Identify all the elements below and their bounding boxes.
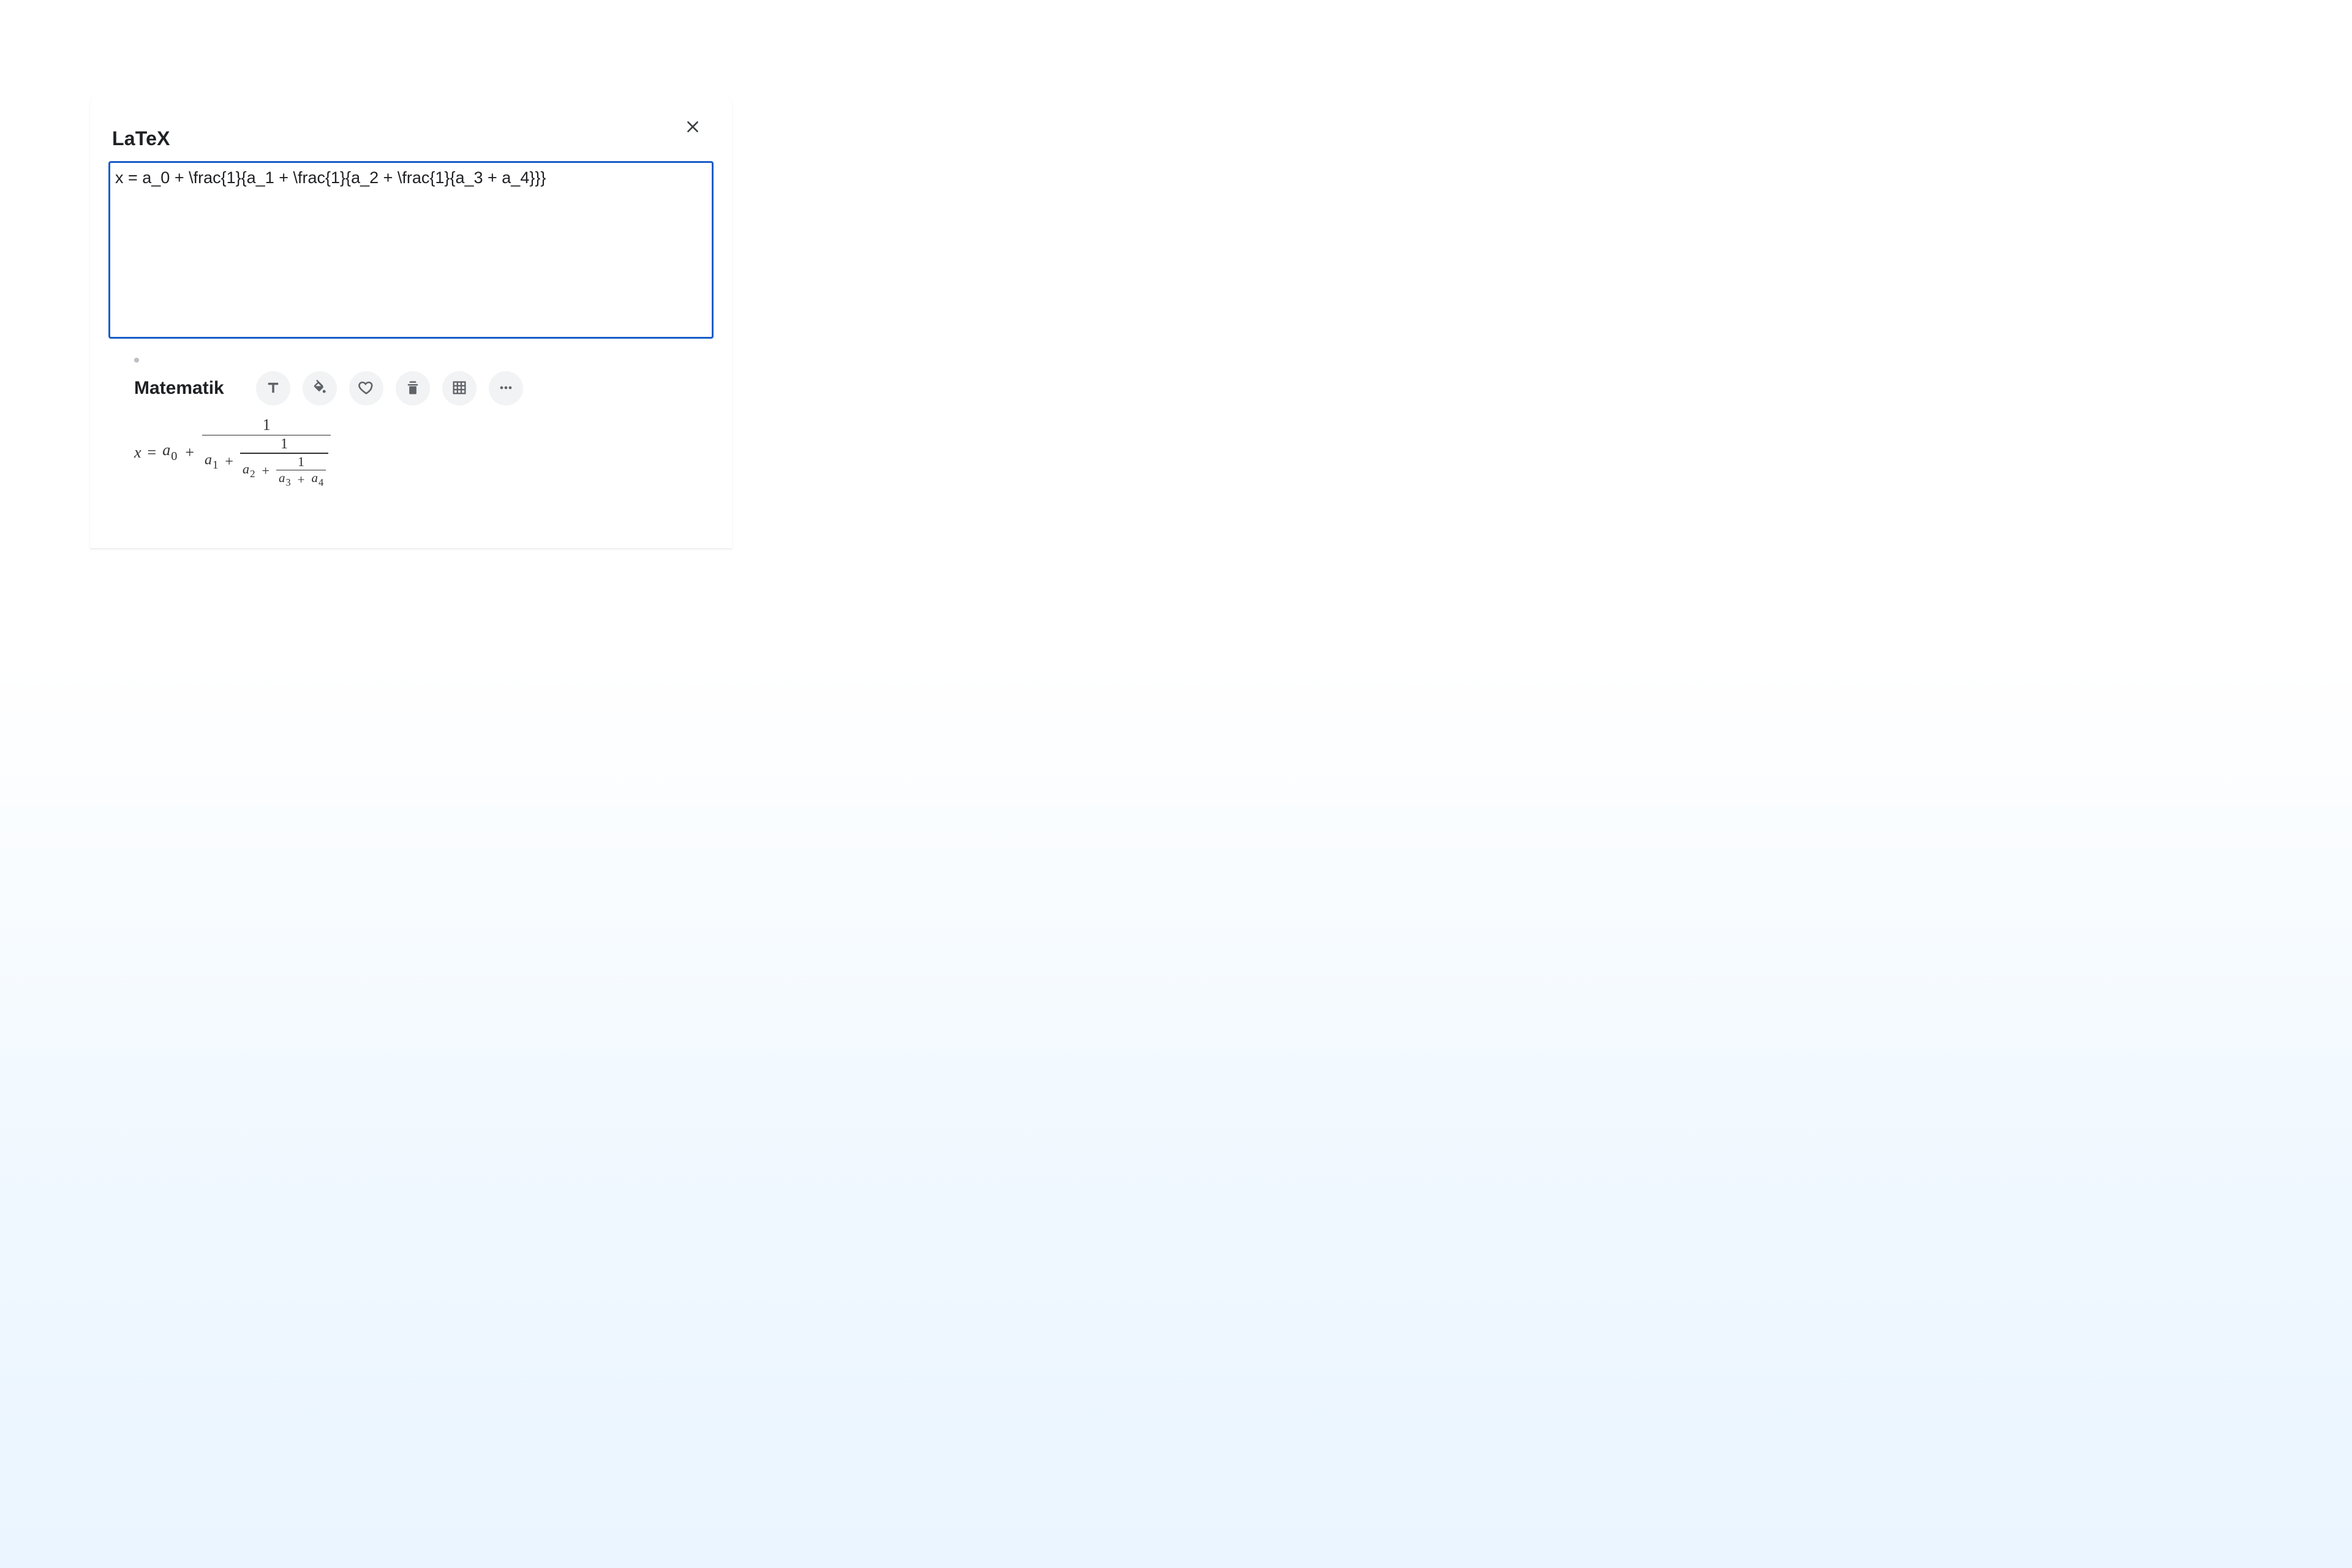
latex-dialog: LaTeX Matematik xyxy=(90,92,732,548)
heart-icon xyxy=(358,379,375,398)
math-a3-a: a xyxy=(279,470,285,485)
grid-button[interactable] xyxy=(442,371,477,405)
math-a1-sub: 1 xyxy=(212,459,218,472)
fill-icon xyxy=(311,379,328,398)
more-button[interactable] xyxy=(489,371,523,405)
math-plus-1: + xyxy=(223,454,235,470)
preview-label: Matematik xyxy=(134,378,224,399)
num-2: 1 xyxy=(295,454,307,470)
frac-level-0: 1 a1 + 1 a2 xyxy=(202,417,331,488)
fill-button[interactable] xyxy=(303,371,337,405)
close-button[interactable] xyxy=(679,114,706,141)
latex-input[interactable] xyxy=(108,161,714,339)
trash-icon xyxy=(404,379,421,398)
more-icon xyxy=(497,379,514,398)
frac-level-1: 1 a2 + 1 xyxy=(240,436,328,488)
grid-icon xyxy=(451,379,468,398)
num-0: 1 xyxy=(260,417,273,435)
math-plus-2: + xyxy=(260,464,271,478)
math-a4-a: a xyxy=(311,470,318,485)
favorite-button[interactable] xyxy=(349,371,383,405)
delete-button[interactable] xyxy=(396,371,430,405)
close-icon xyxy=(685,119,701,137)
math-a3-sub: 3 xyxy=(285,477,290,488)
math-a4-sub: 4 xyxy=(318,477,323,488)
preview-header: Matematik xyxy=(134,371,714,405)
math-a1-a: a xyxy=(205,452,212,468)
type-icon xyxy=(265,379,282,398)
text-style-button[interactable] xyxy=(256,371,290,405)
rendered-equation: x = a0 + 1 a1 + 1 xyxy=(134,417,714,488)
math-plus-0: + xyxy=(183,443,196,462)
math-eq: = xyxy=(148,443,157,462)
dialog-title: LaTeX xyxy=(112,127,714,150)
frac-level-2: 1 a3 + a4 xyxy=(276,454,326,488)
drag-handle[interactable] xyxy=(134,358,139,363)
math-a2-a: a xyxy=(243,461,249,477)
num-1: 1 xyxy=(278,436,290,453)
math-a0-sub: 0 xyxy=(170,450,177,463)
math-plus-3: + xyxy=(296,473,307,487)
app-viewport: LaTeX Matematik xyxy=(0,0,821,548)
toolbar xyxy=(256,371,523,405)
math-a2-sub: 2 xyxy=(249,468,255,480)
math-a0-a: a xyxy=(162,441,170,459)
math-x: x xyxy=(134,443,141,461)
